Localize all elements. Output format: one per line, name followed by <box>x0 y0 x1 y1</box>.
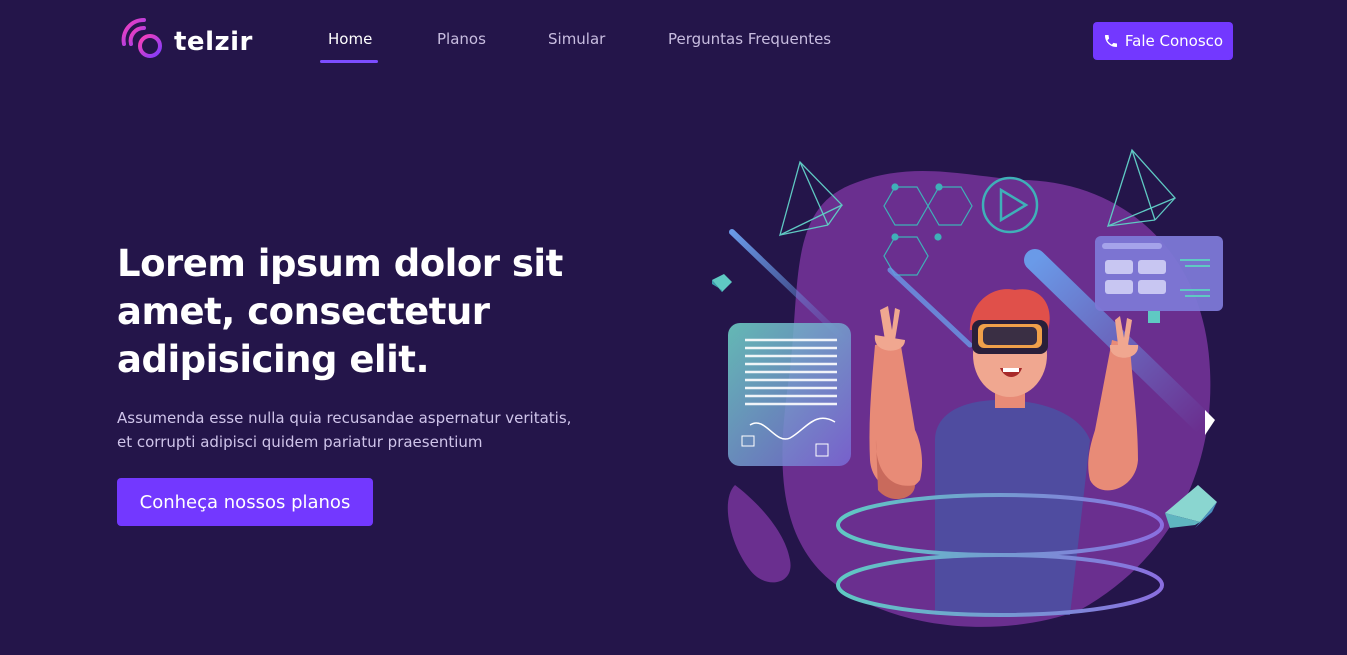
document-card <box>728 323 851 466</box>
hero-title: Lorem ipsum dolor sit amet, consectetur … <box>117 242 563 381</box>
vr-user-illustration <box>712 148 1223 627</box>
nav-item-home[interactable]: Home <box>328 30 372 48</box>
nav-item-perguntas-frequentes[interactable]: Perguntas Frequentes <box>668 30 831 48</box>
brand-name: telzir <box>174 27 253 57</box>
landing-page: telzir Home Planos Simular Perguntas Fre… <box>0 0 1347 655</box>
nav-item-planos[interactable]: Planos <box>437 30 486 48</box>
site-header: telzir Home Planos Simular Perguntas Fre… <box>0 0 1347 82</box>
nav-item-simular[interactable]: Simular <box>548 30 605 48</box>
background-blob-small <box>727 485 791 583</box>
phone-icon <box>1104 35 1117 47</box>
cube-icon-small <box>712 274 732 292</box>
see-plans-button[interactable]: Conheça nossos planos <box>117 478 373 526</box>
brand-logo[interactable]: telzir <box>118 12 253 72</box>
contact-button-label: Fale Conosco <box>1124 32 1224 50</box>
contact-button[interactable]: Fale Conosco <box>1093 22 1233 60</box>
active-nav-indicator <box>320 60 378 63</box>
ui-panel-card <box>1095 236 1223 323</box>
hero-subtitle: Assumenda esse nulla quia recusandae asp… <box>117 409 572 451</box>
signal-p-logo-icon <box>121 17 162 72</box>
